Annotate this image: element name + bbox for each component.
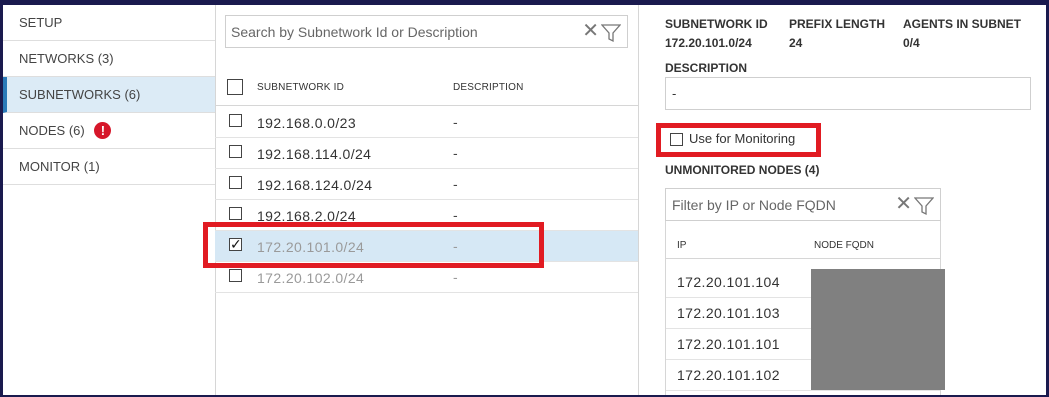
subnet-id-cell: 172.20.102.0/24 xyxy=(257,270,365,286)
sidebar-item-nodes[interactable]: NODES (6) ! xyxy=(3,113,215,149)
sidebar: SETUP NETWORKS (3) SUBNETWORKS (6) NODES… xyxy=(3,5,216,395)
agents-in-subnet-value: 0/4 xyxy=(903,36,920,50)
highlight-box xyxy=(656,123,821,157)
close-icon[interactable]: ✕ xyxy=(895,194,912,214)
row-checkbox[interactable] xyxy=(229,269,242,282)
node-ip-cell: 172.20.101.101 xyxy=(677,336,780,352)
prefix-length-label: PREFIX LENGTH xyxy=(789,17,886,31)
column-header-ip: IP xyxy=(677,240,687,251)
sidebar-item-label: NODES (6) xyxy=(19,123,85,138)
description-label: DESCRIPTION xyxy=(665,61,748,75)
row-checkbox[interactable] xyxy=(229,114,242,127)
subnet-id-cell: 192.168.114.0/24 xyxy=(257,146,372,162)
description-cell: - xyxy=(453,145,458,161)
sidebar-item-label: NETWORKS (3) xyxy=(19,51,114,66)
alert-icon: ! xyxy=(94,122,112,140)
app-frame: SETUP NETWORKS (3) SUBNETWORKS (6) NODES… xyxy=(0,0,1049,397)
sidebar-item-subnetworks[interactable]: SUBNETWORKS (6) xyxy=(3,77,215,113)
sidebar-item-label: SETUP xyxy=(19,15,63,30)
description-cell: - xyxy=(453,114,458,130)
highlight-box xyxy=(203,222,544,268)
sidebar-item-networks[interactable]: NETWORKS (3) xyxy=(3,41,215,77)
row-checkbox[interactable] xyxy=(229,207,242,220)
description-cell: - xyxy=(453,269,458,285)
node-ip-cell: 172.20.101.102 xyxy=(677,367,780,383)
redacted-fqdn-block xyxy=(811,269,945,390)
node-filter-box: ✕ xyxy=(665,188,941,221)
filter-icon[interactable] xyxy=(914,196,934,216)
sidebar-item-label: SUBNETWORKS (6) xyxy=(19,87,141,102)
sidebar-item-monitor[interactable]: MONITOR (1) xyxy=(3,149,215,185)
subnet-details-panel: SUBNETWORK ID 172.20.101.0/24 PREFIX LEN… xyxy=(639,5,1049,395)
filter-icon[interactable] xyxy=(601,23,621,43)
column-header-node-fqdn: NODE FQDN xyxy=(814,240,874,251)
prefix-length-value: 24 xyxy=(789,36,803,50)
column-header-description: DESCRIPTION xyxy=(453,82,524,93)
subnet-search-box: ✕ xyxy=(225,15,628,48)
agents-in-subnet-label: AGENTS IN SUBNET xyxy=(903,17,1022,31)
subnet-table-header: SUBNETWORK ID DESCRIPTION xyxy=(215,71,638,106)
subnet-list-panel: ✕ SUBNETWORK ID DESCRIPTION 192.168.0.0/… xyxy=(203,5,639,395)
close-icon[interactable]: ✕ xyxy=(582,21,599,41)
row-checkbox[interactable] xyxy=(229,145,242,158)
node-table-header: IP NODE FQDN xyxy=(666,221,940,259)
subnet-search-input[interactable] xyxy=(226,16,571,47)
node-ip-cell: 172.20.101.104 xyxy=(677,274,780,290)
row-checkbox[interactable] xyxy=(229,176,242,189)
sidebar-item-label: MONITOR (1) xyxy=(19,159,100,174)
unmonitored-nodes-table: IP NODE FQDN 172.20.101.104 172.20.101.1… xyxy=(665,221,945,395)
table-row[interactable]: 192.168.114.0/24 - xyxy=(215,138,638,169)
description-cell: - xyxy=(453,176,458,192)
subnet-id-value: 172.20.101.0/24 xyxy=(665,36,752,50)
description-field[interactable]: - xyxy=(665,77,1031,110)
table-row[interactable]: 192.168.124.0/24 - xyxy=(215,169,638,200)
sidebar-item-setup[interactable]: SETUP xyxy=(3,5,215,41)
select-all-checkbox[interactable] xyxy=(227,79,243,95)
column-header-subnetwork-id: SUBNETWORK ID xyxy=(257,82,345,93)
description-cell: - xyxy=(453,207,458,223)
node-ip-cell: 172.20.101.103 xyxy=(677,305,780,321)
table-row[interactable]: 192.168.0.0/23 - xyxy=(215,107,638,138)
subnet-id-cell: 192.168.124.0/24 xyxy=(257,177,373,193)
node-filter-input[interactable] xyxy=(666,189,887,220)
subnet-id-label: SUBNETWORK ID xyxy=(665,17,768,31)
subnet-id-cell: 192.168.0.0/23 xyxy=(257,115,357,131)
unmonitored-nodes-title: UNMONITORED NODES (4) xyxy=(665,163,820,177)
